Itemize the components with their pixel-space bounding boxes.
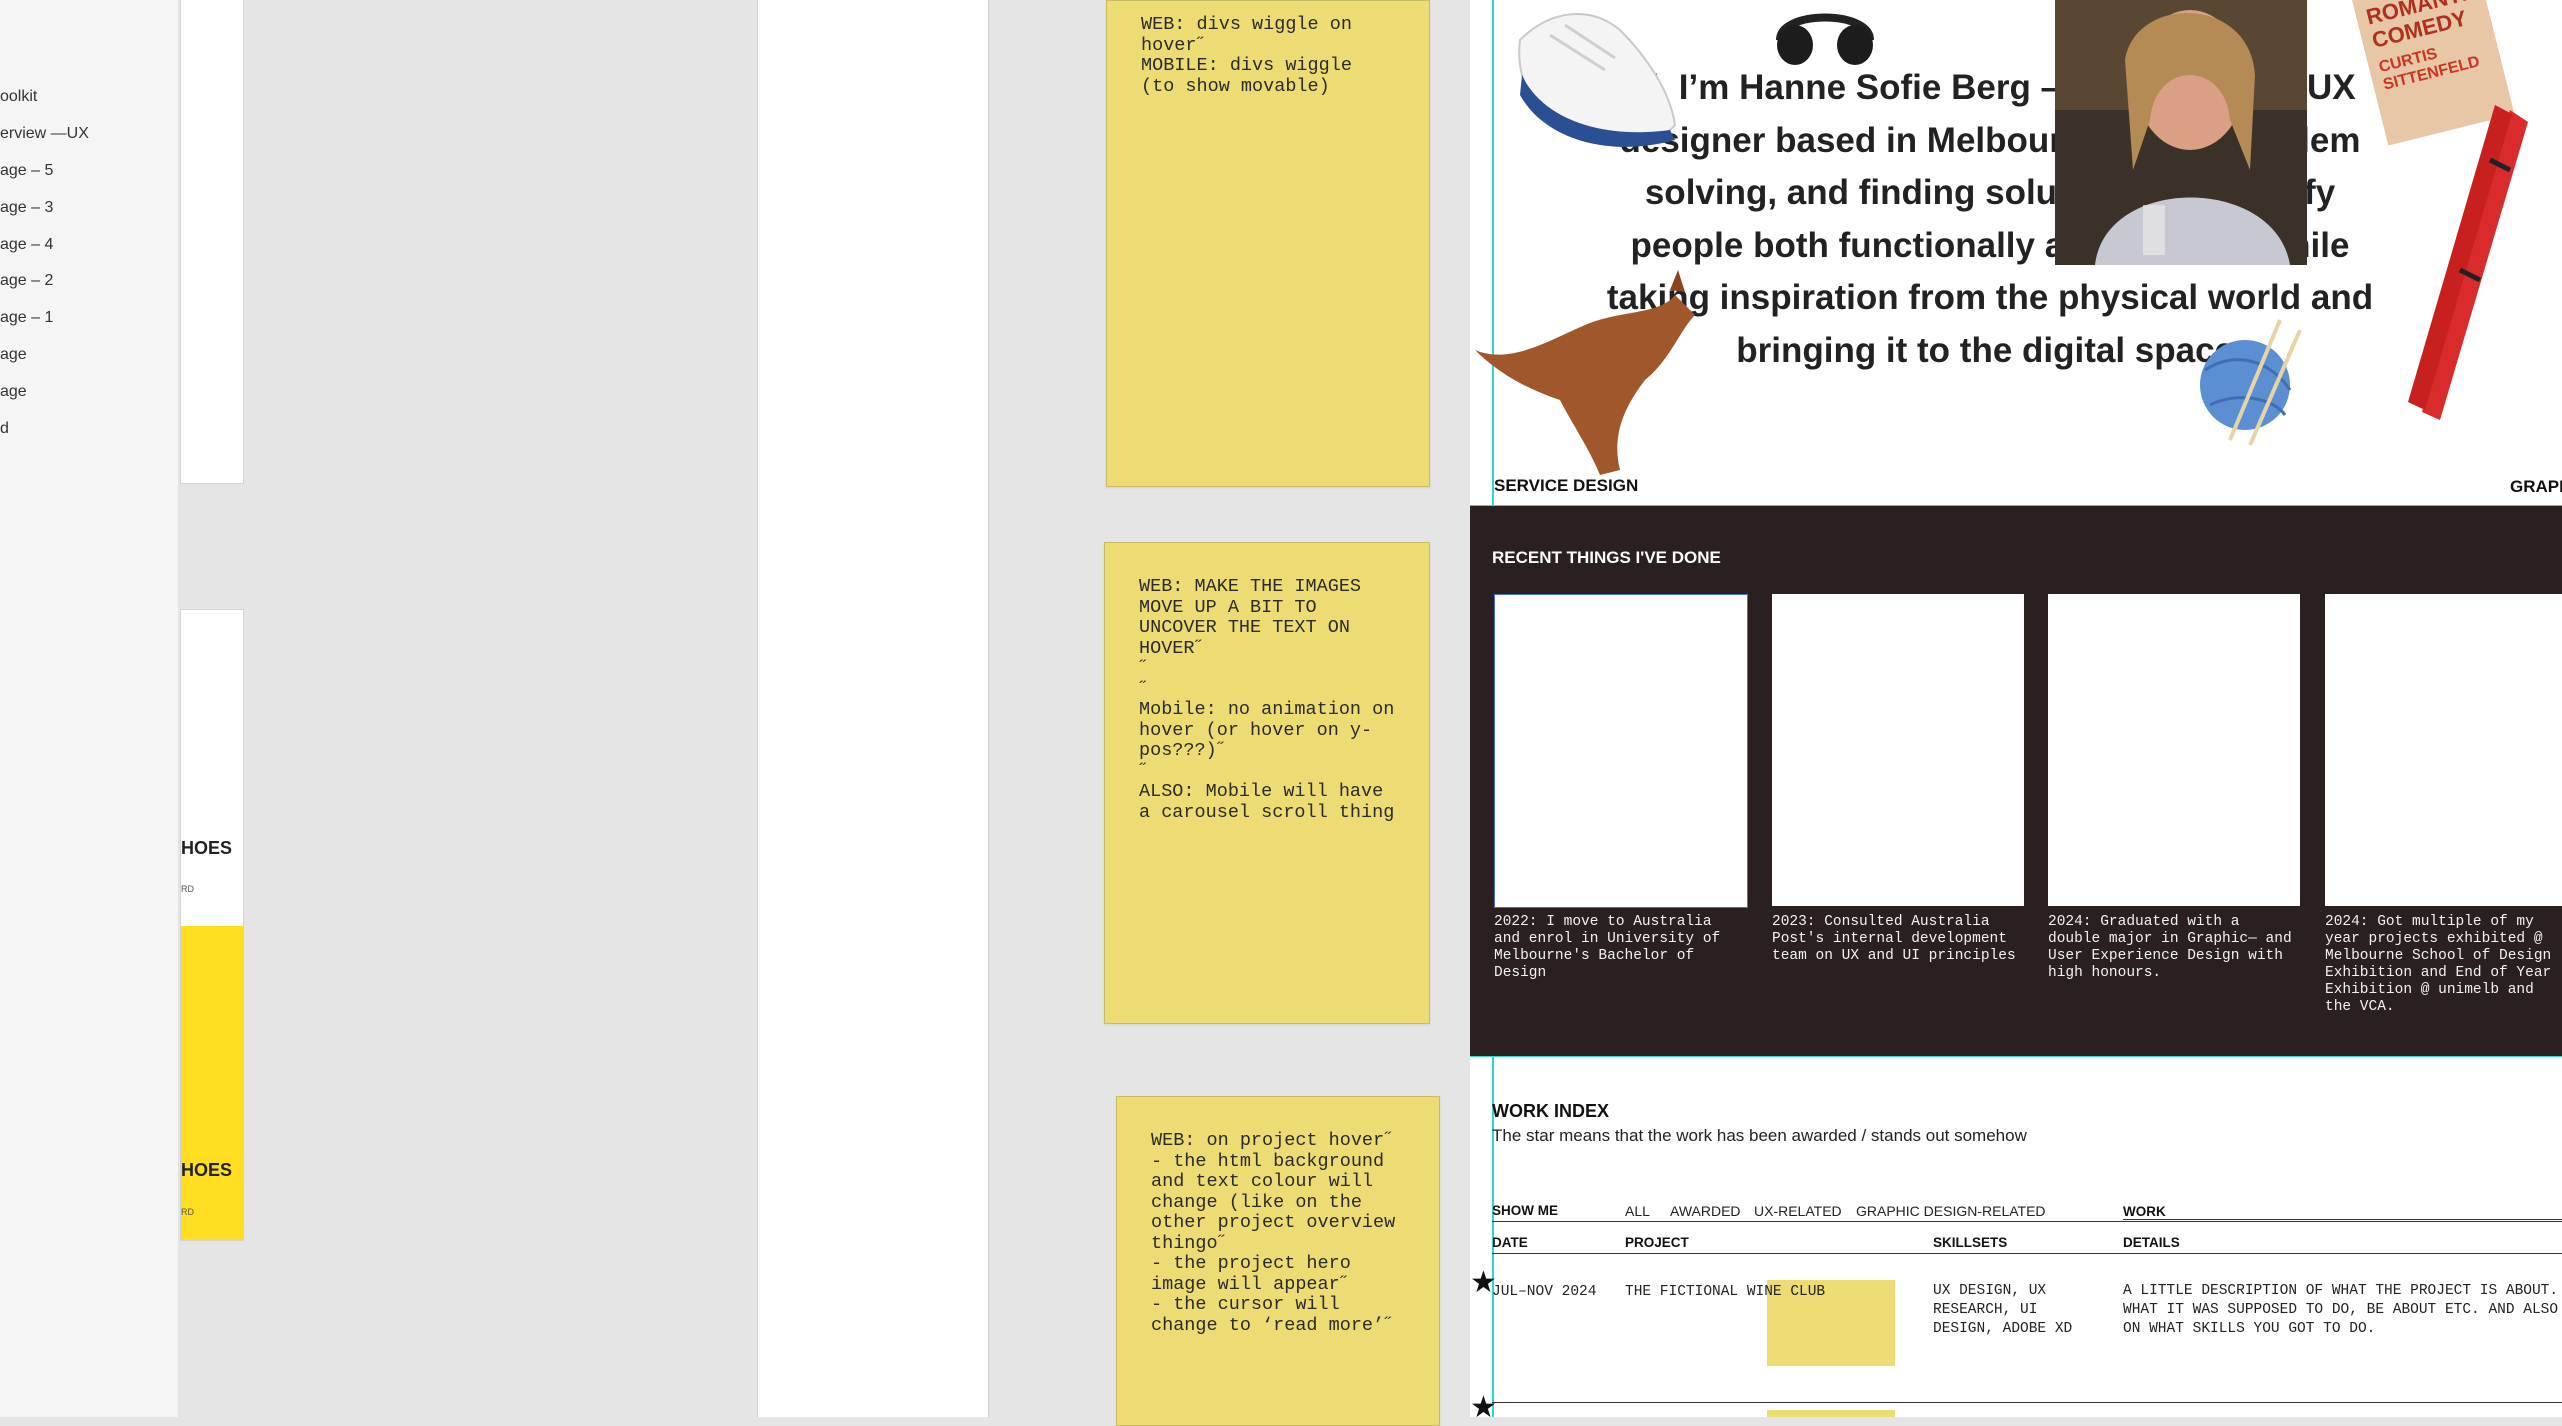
filter-graphic-design[interactable]: GRAPHIC DESIGN-RELATED xyxy=(1856,1203,2046,1219)
row-details: A LITTLE DESCRIPTION OF WHAT THE PROJECT… xyxy=(2123,1283,2559,1337)
graphic-design-label[interactable]: GRAPHIC DESIG xyxy=(2510,477,2562,497)
frame-mobile-preview[interactable]: HOES RD HOES RD xyxy=(180,609,244,1241)
table-row[interactable]: ★ JUL–NOV 2024 THE FICTIONAL WINE CLUB U… xyxy=(1470,1262,2562,1402)
layer-item[interactable]: erview —UX xyxy=(0,125,89,143)
project-hover-image xyxy=(1767,1410,1895,1417)
column-skillsets: SKILLSETS xyxy=(1933,1235,2008,1250)
recent-card[interactable] xyxy=(1772,594,2024,906)
layer-item[interactable]: age – 1 xyxy=(0,309,53,327)
sticky-note[interactable]: WEB: divs wiggle on hover˝ MOBILE: divs … xyxy=(1106,0,1430,487)
work-index-title: WORK INDEX xyxy=(1492,1101,1609,1121)
frame-heading: HOES xyxy=(181,838,233,858)
layer-item[interactable]: age – 3 xyxy=(0,199,53,217)
divider xyxy=(1492,1253,2562,1254)
filter-label: SHOW ME xyxy=(1492,1203,1558,1218)
layer-item[interactable]: oolkit xyxy=(0,88,37,106)
sticky-note[interactable]: WEB: on project hover˝ - the html backgr… xyxy=(1116,1096,1440,1426)
row-project: THE FICTIONAL WINE CLUB xyxy=(1625,1284,1826,1300)
filter-awarded[interactable]: AWARDED xyxy=(1670,1203,1741,1219)
headphones-image xyxy=(1776,13,1874,65)
portrait-photo xyxy=(2055,0,2307,265)
yellow-block: HOES RD xyxy=(181,926,243,1240)
divider xyxy=(1492,1402,2562,1403)
recent-caption: 2023: Consulted Australia Post's interna… xyxy=(1772,914,2016,964)
layers-panel: oolkit erview —UX age – 5 age – 3 age – … xyxy=(0,0,179,1417)
recent-title: RECENT THINGS I'VE DONE xyxy=(1492,548,1721,567)
sneaker-image xyxy=(1518,13,1677,147)
frame-column[interactable] xyxy=(757,0,989,1417)
recent-card[interactable] xyxy=(2048,594,2300,906)
frame-subtext: RD xyxy=(181,884,194,894)
row-skills: UX DESIGN, UX RESEARCH, UI DESIGN, ADOBE… xyxy=(1933,1283,2073,1337)
filter-all[interactable]: ALL xyxy=(1625,1203,1650,1219)
row-date: JUL–NOV 2024 xyxy=(1492,1284,1597,1300)
recent-section: RECENT THINGS I'VE DONE 2022: I move to … xyxy=(1470,506,2562,1056)
layer-item[interactable]: d xyxy=(0,420,9,438)
recent-caption: 2024: Got multiple of my year projects e… xyxy=(2325,914,2552,1015)
frame-heading: HOES xyxy=(181,1160,233,1180)
website-frame: Hi, I’m Hanne Sofie Berg – a graphic and… xyxy=(1470,0,2562,1417)
sticky-note[interactable]: WEB: MAKE THE IMAGES MOVE UP A BIT TO UN… xyxy=(1104,542,1430,1024)
frame-subtext: RD xyxy=(181,1207,194,1217)
recent-card[interactable] xyxy=(2325,594,2562,906)
recent-caption: 2024: Graduated with a double major in G… xyxy=(2048,914,2292,981)
skis-image xyxy=(2408,105,2528,420)
column-details: DETAILS xyxy=(2123,1235,2180,1250)
recent-caption: 2022: I move to Australia and enrol in U… xyxy=(1494,914,1721,981)
star-icon: ★ xyxy=(1470,1391,1497,1417)
layer-item[interactable]: age – 4 xyxy=(0,236,53,254)
layer-item[interactable]: age xyxy=(0,346,27,364)
layer-item[interactable]: age xyxy=(0,383,27,401)
work-index-subtitle: The star means that the work has been aw… xyxy=(1492,1126,2027,1145)
divider xyxy=(2123,1219,2562,1220)
recent-card[interactable] xyxy=(1494,594,1748,908)
work-column-label: WORK xyxy=(2123,1204,2166,1219)
filter-ux-related[interactable]: UX-RELATED xyxy=(1754,1203,1842,1219)
service-design-label[interactable]: SERVICE DESIGN xyxy=(1494,476,1638,496)
divider xyxy=(1492,1221,2562,1222)
column-project: PROJECT xyxy=(1625,1235,1689,1250)
frame-top-left[interactable] xyxy=(180,0,244,484)
yarn-ball-image xyxy=(2200,319,2302,446)
kangaroo-image xyxy=(1475,270,1695,475)
layer-item[interactable]: age – 2 xyxy=(0,272,53,290)
column-date: DATE xyxy=(1492,1235,1528,1250)
layer-item[interactable]: age – 5 xyxy=(0,162,53,180)
